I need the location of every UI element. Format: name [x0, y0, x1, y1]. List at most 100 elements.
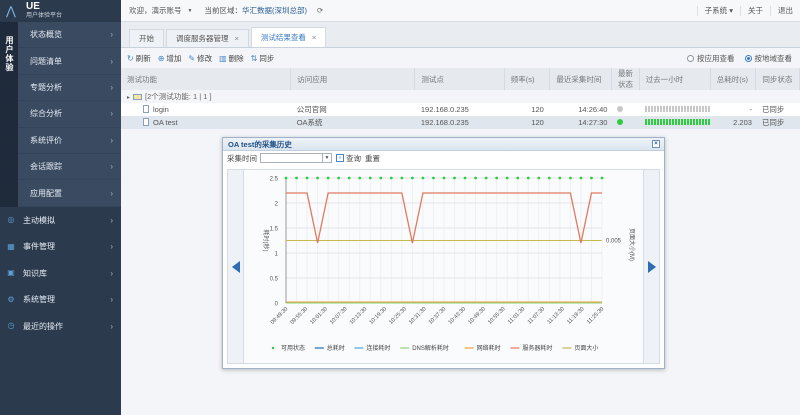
hour-status-bar [648, 106, 651, 112]
y-axis-label: 耗时(秒) [262, 230, 270, 252]
sub-item-comprehensive-analysis[interactable]: 综合分析 › [18, 101, 121, 128]
view-options: 按应用查看 按地域查看 [677, 53, 792, 64]
time-label: 采集时间 [227, 153, 257, 163]
availability-point [295, 176, 298, 180]
column-header[interactable]: 访问应用 [290, 68, 416, 90]
query-button[interactable]: ⌕ 查询 [336, 153, 361, 164]
availability-point [569, 176, 572, 180]
hour-status-bar [696, 119, 699, 125]
column-header[interactable]: 测试点 [414, 68, 505, 90]
main-menu: ◎ 主动模拟 › ▦ 事件管理 › ▣ 知识库 › ⚙ 系统管理 › ◷ 最近的操作 › [0, 207, 121, 340]
sub-item-issues[interactable]: 问题清单 › [18, 48, 121, 75]
refresh-button[interactable]: ↻ 刷新 [127, 53, 151, 64]
y-tick-label: 0 [275, 302, 279, 308]
x-tick-label: 10:25:30 [388, 306, 408, 326]
close-icon[interactable]: × [652, 140, 660, 148]
column-header[interactable]: 同步状态 [755, 68, 800, 90]
tab-start[interactable]: 开始 [129, 29, 164, 47]
book-icon: ▣ [7, 268, 15, 278]
availability-point [453, 176, 456, 180]
table-row[interactable]: OA test OA系统 192.168.0.235 120 14:27:30 … [121, 116, 800, 129]
logo-title: UE [26, 1, 40, 12]
subsystem-menu[interactable]: 子系统 ▾ [696, 6, 740, 16]
view-by-app-radio[interactable]: 按应用查看 [687, 53, 735, 64]
x-tick-label: 10:43:30 [448, 306, 468, 326]
hour-status-bar [666, 106, 669, 112]
expand-icon[interactable]: ▸ [127, 95, 130, 101]
hour-status-bar [705, 119, 708, 125]
availability-point [516, 176, 520, 180]
chevron-right-icon: › [110, 135, 113, 145]
x-tick-label: 10:55:30 [487, 306, 507, 326]
hour-status-bar [690, 106, 693, 112]
y-tick-label: 0.5 [270, 277, 279, 283]
column-header[interactable]: 过去一小时 [639, 68, 711, 90]
hour-status-bar [651, 106, 654, 112]
view-by-region-radio[interactable]: 按地域查看 [744, 53, 792, 64]
availability-point [284, 176, 288, 180]
tab-scheduler-management[interactable]: 调度服务器管理 × [166, 29, 249, 47]
legend-label: DNS解析耗时 [412, 344, 449, 352]
sync-icon: ⇅ [250, 53, 258, 63]
legend-label: 可用状态 [281, 344, 305, 352]
about-link[interactable]: 关于 [740, 6, 770, 16]
prev-page-button[interactable] [228, 170, 244, 363]
logo-icon: ⋀ [6, 4, 16, 18]
hour-status-bar [693, 106, 696, 112]
sub-item-app-config[interactable]: 应用配置 › [18, 180, 121, 207]
delete-button[interactable]: ▥ 删除 [219, 53, 244, 64]
column-header[interactable]: 频率(s) [504, 68, 551, 90]
hour-status-bar [645, 106, 648, 112]
sync-button[interactable]: ⇅ 同步 [251, 53, 275, 64]
availability-point [537, 176, 541, 180]
hour-status-bar [654, 106, 657, 112]
close-icon[interactable]: × [312, 33, 316, 42]
logout-link[interactable]: 退出 [770, 6, 800, 16]
sub-item-session-tracking[interactable]: 会话跟踪 › [18, 154, 121, 181]
next-page-button[interactable] [643, 170, 659, 363]
x-tick-label: 11:13:30 [547, 306, 566, 325]
refresh-icon[interactable]: ⟳ [317, 6, 323, 15]
legend-swatch [271, 346, 275, 350]
group-row[interactable]: ▸ [2个测试功能: 1 | 1 ] [121, 90, 800, 103]
add-button[interactable]: ⊕ 增加 [158, 53, 182, 64]
column-header[interactable]: 最新状态 [611, 68, 640, 90]
availability-point [379, 176, 383, 180]
main-item-system-management[interactable]: ⚙ 系统管理 › [0, 287, 121, 314]
hour-status-bar [687, 119, 690, 125]
chevron-right-icon: › [110, 215, 113, 225]
table-row[interactable]: login 公司官网 192.168.0.235 120 14:26:40 - … [121, 103, 800, 116]
reset-button[interactable]: 重置 [365, 153, 380, 164]
top-bar: 欢迎，演示账号 ▼ 当前区域： 华汇数据(深圳总部) ⟳ 子系统 ▾ 关于 退出 [121, 0, 800, 22]
y-axis-right-label: 页面大小(M) [628, 228, 636, 261]
sub-item-overview[interactable]: 状态概览 › [18, 22, 121, 49]
column-header[interactable]: 测试功能 [121, 68, 292, 90]
x-tick-label: 09:49:30 [270, 306, 290, 326]
account-dropdown-icon[interactable]: ▼ [188, 8, 193, 14]
edit-button[interactable]: ✎ 修改 [188, 53, 212, 64]
tab-test-results[interactable]: 测试结果查看 × [250, 27, 327, 47]
availability-point [590, 176, 593, 180]
hour-status-bar [672, 119, 675, 125]
module-tab-user-experience[interactable]: 用户体验 [0, 22, 18, 207]
legend-label: 网络耗时 [477, 344, 501, 352]
region-link[interactable]: 华汇数据(深圳总部) [242, 5, 307, 16]
main-item-knowledge-base[interactable]: ▣ 知识库 › [0, 260, 121, 287]
availability-point [389, 176, 393, 180]
main-item-active-simulation[interactable]: ◎ 主动模拟 › [0, 207, 121, 234]
hour-status-bar [681, 106, 684, 112]
y-tick-label: 2 [275, 202, 279, 208]
column-header[interactable]: 总耗时(s) [710, 68, 757, 90]
column-header[interactable]: 最近采集时间 [549, 68, 612, 90]
hour-status-bar [681, 119, 684, 125]
target-icon: ◎ [7, 215, 15, 225]
main-item-event-management[interactable]: ▦ 事件管理 › [0, 234, 121, 261]
x-tick-label: 09:55:30 [290, 306, 310, 326]
sub-item-system-evaluation[interactable]: 系统评价 › [18, 128, 121, 154]
time-select[interactable]: ▼ [260, 153, 332, 163]
chevron-right-icon: › [110, 56, 113, 66]
chevron-down-icon: ▼ [322, 154, 331, 162]
close-icon[interactable]: × [235, 34, 239, 43]
sub-item-topic-analysis[interactable]: 专题分析 › [18, 75, 121, 102]
main-item-recent-operations[interactable]: ◷ 最近的操作 › [0, 313, 121, 340]
